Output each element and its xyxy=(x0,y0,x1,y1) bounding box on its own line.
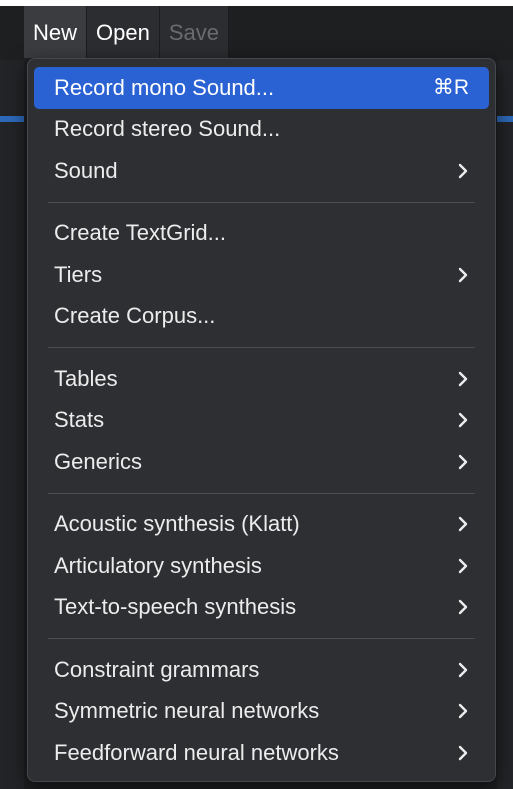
menu-item-constraint-grammars[interactable]: Constraint grammars xyxy=(34,649,489,691)
menu-item-record-mono-sound[interactable]: Record mono Sound... ⌘R xyxy=(34,67,489,109)
menu-item-label: Symmetric neural networks xyxy=(54,698,320,724)
menu-item-sound[interactable]: Sound xyxy=(34,150,489,192)
menu-item-symmetric-neural-networks[interactable]: Symmetric neural networks xyxy=(34,691,489,733)
chevron-right-icon xyxy=(457,556,469,576)
menu-separator xyxy=(48,201,475,203)
menu-item-label: Articulatory synthesis xyxy=(54,552,262,578)
chevron-right-icon xyxy=(457,265,469,285)
menu-separator xyxy=(48,638,475,639)
menu-item-text-to-speech-synthesis[interactable]: Text-to-speech synthesis xyxy=(34,587,489,629)
menubar: New Open Save xyxy=(24,6,229,58)
chevron-right-icon xyxy=(457,452,469,472)
menu-item-tables[interactable]: Tables xyxy=(34,358,489,400)
chevron-right-icon xyxy=(457,701,469,721)
menu-item-label: Tables xyxy=(54,365,118,391)
chevron-right-icon xyxy=(457,660,469,680)
chevron-right-icon xyxy=(457,514,469,534)
new-menu-dropdown: Record mono Sound... ⌘R Record stereo So… xyxy=(27,58,496,782)
window-backdrop-left xyxy=(0,60,24,789)
menu-item-record-stereo-sound[interactable]: Record stereo Sound... xyxy=(34,109,489,151)
menu-item-create-corpus[interactable]: Create Corpus... xyxy=(34,296,489,338)
chevron-right-icon xyxy=(457,743,469,763)
menu-item-generics[interactable]: Generics xyxy=(34,441,489,483)
menu-item-label: Create TextGrid... xyxy=(54,220,226,246)
menubar-open[interactable]: Open xyxy=(87,6,160,58)
menu-item-label: Acoustic synthesis (Klatt) xyxy=(54,511,300,537)
menu-item-label: Create Corpus... xyxy=(54,303,216,329)
backdrop-selection-right xyxy=(497,116,513,122)
window-backdrop-right xyxy=(497,60,513,789)
menu-item-stats[interactable]: Stats xyxy=(34,400,489,442)
menu-separator xyxy=(48,492,475,494)
menu-item-label: Sound xyxy=(54,157,118,183)
menu-item-label: Record stereo Sound... xyxy=(54,116,281,142)
menu-item-label: Record mono Sound... xyxy=(54,74,275,100)
menu-item-label: Text-to-speech synthesis xyxy=(54,594,297,620)
menubar-save: Save xyxy=(160,6,229,58)
menu-item-label: Tiers xyxy=(54,261,103,287)
menu-item-label: Feedforward neural networks xyxy=(54,739,339,765)
menu-item-tiers[interactable]: Tiers xyxy=(34,254,489,296)
menu-item-feedforward-neural-networks[interactable]: Feedforward neural networks xyxy=(34,732,489,774)
menu-item-label: Constraint grammars xyxy=(54,656,260,682)
chevron-right-icon xyxy=(457,161,469,181)
menu-separator xyxy=(48,347,475,348)
menu-item-create-textgrid[interactable]: Create TextGrid... xyxy=(34,213,489,255)
chevron-right-icon xyxy=(457,410,469,430)
menu-item-label: Generics xyxy=(54,448,143,474)
shortcut-label: ⌘R xyxy=(432,76,469,100)
menu-item-articulatory-synthesis[interactable]: Articulatory synthesis xyxy=(34,545,489,587)
backdrop-selection-left xyxy=(0,116,24,122)
menu-item-acoustic-synthesis[interactable]: Acoustic synthesis (Klatt) xyxy=(34,504,489,546)
chevron-right-icon xyxy=(457,597,469,617)
menubar-new[interactable]: New xyxy=(24,6,88,58)
chevron-right-icon xyxy=(457,369,469,389)
menu-item-label: Stats xyxy=(54,407,105,433)
